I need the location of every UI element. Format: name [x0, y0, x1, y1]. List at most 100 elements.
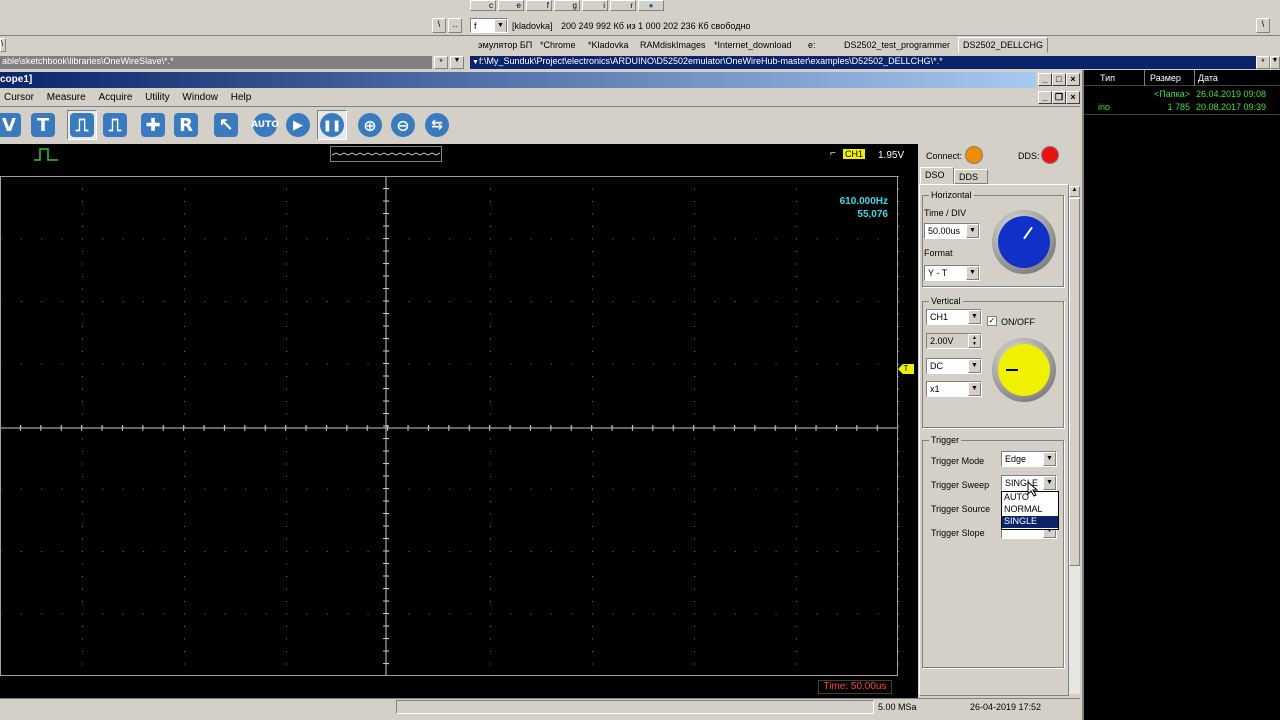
drive-button-r[interactable]: r [610, 0, 636, 11]
drive-combo[interactable]: f ▼ [470, 18, 508, 33]
menu-help[interactable]: Help [231, 92, 252, 103]
grid-dot [469, 301, 471, 302]
grid-dot [41, 551, 43, 552]
child-restore-button[interactable]: ❐ [1052, 91, 1066, 104]
grid-dot [82, 613, 83, 615]
grid-dot [796, 663, 797, 665]
grid-dot [796, 626, 797, 627]
tab-emulator[interactable]: эмулятор БП [474, 38, 536, 54]
auto-button[interactable]: AUTO [250, 110, 280, 140]
pulse-button[interactable]: ⎍ [67, 110, 97, 140]
tab-chrome[interactable]: *Chrome [536, 38, 580, 54]
left-path-star[interactable]: * [434, 56, 448, 69]
dropdown-option-single[interactable]: SINGLE [1002, 516, 1058, 528]
file-header-date[interactable]: Дата [1198, 73, 1218, 83]
r-button[interactable]: R [171, 110, 201, 140]
grid-dot [551, 488, 553, 490]
file-row[interactable]: ino 1 785 20.08.2017 09:39 [1084, 102, 1280, 113]
right-path-star[interactable]: * [1256, 56, 1270, 69]
tab-internet-download[interactable]: *Internet_download [710, 38, 796, 54]
left-backslash-button[interactable]: \ [432, 18, 446, 33]
grid-dot [20, 551, 22, 552]
right-backslash-button[interactable]: \ [1256, 18, 1270, 33]
right-path-bar[interactable]: ▼f:\My_Sunduk\Project\electronics\ARDUIN… [470, 56, 1256, 69]
grid-dot [122, 363, 124, 365]
tab-kladovka[interactable]: *Kladovka [584, 38, 633, 54]
grid-dot [694, 663, 695, 665]
tab-ds2502-test-programmer[interactable]: DS2502_test_programmer [840, 38, 954, 54]
tab-ramdiskimages[interactable]: RAMdiskImages [636, 38, 710, 54]
pause-button[interactable]: ❚❚ [317, 110, 347, 140]
maximize-button[interactable]: □ [1052, 73, 1066, 86]
grid-dot [796, 238, 797, 240]
menu-window[interactable]: Window [182, 92, 218, 103]
grid-dot [530, 301, 532, 302]
play-button[interactable]: ▶ [283, 110, 313, 140]
right-path-dropdown[interactable]: ▼ [1270, 56, 1280, 69]
swap-button[interactable]: ⇆ [422, 110, 452, 140]
file-header-type[interactable]: Тип [1100, 73, 1115, 83]
volts-stepper[interactable]: 2.00V ▲ ▼ [926, 333, 982, 349]
time-div-knob[interactable] [992, 210, 1056, 274]
menu-utility[interactable]: Utility [145, 92, 169, 103]
t-button[interactable]: T [28, 110, 58, 140]
grid-dot [82, 351, 83, 352]
file-row[interactable]: <Папка> 26.04.2019 09:08 [1084, 89, 1280, 100]
scroll-thumb[interactable] [1069, 198, 1080, 566]
left-path-bar[interactable]: able\sketchbook\libraries\OneWireSlave\*… [0, 56, 432, 69]
drive-button-f[interactable]: f [526, 0, 552, 11]
coupling-select[interactable]: DC ▼ [926, 358, 982, 374]
volts-div-knob[interactable] [992, 338, 1056, 402]
probe-select[interactable]: x1 ▼ [926, 381, 982, 397]
grid-dot [204, 301, 206, 302]
drive-button-g[interactable]: g [554, 0, 580, 11]
child-close-button[interactable]: × [1066, 91, 1080, 104]
close-button[interactable]: × [1066, 73, 1080, 86]
grid-dot [82, 213, 83, 215]
grid-dot [898, 613, 899, 615]
tab-dso[interactable]: DSO [920, 167, 954, 184]
menu-cursor[interactable]: Cursor [4, 92, 34, 103]
format-select[interactable]: Y - T ▼ [924, 265, 980, 281]
grid-dot [898, 301, 899, 302]
grid-dot [490, 513, 491, 515]
grid-dot [449, 363, 451, 365]
child-minimize-button[interactable]: _ [1038, 91, 1052, 104]
onoff-checkbox[interactable]: ✓ [987, 316, 997, 326]
network-drive-button[interactable]: ● [638, 0, 664, 11]
scroll-up-button[interactable]: ▲ [1069, 186, 1080, 197]
grid-dot [775, 488, 777, 490]
tab-dds[interactable]: DDS [954, 169, 988, 184]
time-div-select[interactable]: 50.00us ▼ [924, 223, 980, 239]
zoom-out-button[interactable]: ⊖ [388, 110, 418, 140]
stepper-arrows-icon[interactable]: ▲ ▼ [968, 334, 981, 348]
v-button[interactable]: V [0, 110, 24, 140]
trigger-mode-select[interactable]: Edge ▼ [1001, 451, 1057, 467]
channel-select[interactable]: CH1 ▼ [926, 309, 982, 325]
grid-dot [694, 513, 695, 515]
grid-dot [184, 563, 185, 565]
cursor-button[interactable]: ↖ [211, 110, 241, 140]
drive-button-i[interactable]: i [582, 0, 608, 11]
drive-button-e[interactable]: e [498, 0, 524, 11]
grid-dot [286, 338, 287, 340]
mouse-cursor-icon [1027, 481, 1039, 497]
minimize-button[interactable]: _ [1038, 73, 1052, 86]
menu-acquire[interactable]: Acquire [98, 92, 132, 103]
menu-measure[interactable]: Measure [47, 92, 86, 103]
grid-dot [796, 276, 797, 277]
file-header-size[interactable]: Размер [1150, 73, 1181, 83]
dropdown-option-normal[interactable]: NORMAL [1002, 504, 1058, 516]
grid-dot [102, 301, 104, 302]
drive-button-c[interactable]: c [470, 0, 496, 11]
pulse-multi-button[interactable]: ⎍ [100, 110, 130, 140]
menu-bar: Cursor Measure Acquire Utility Window He… [4, 92, 261, 103]
zoom-in-button[interactable]: ⊕ [355, 110, 385, 140]
left-path-dropdown[interactable]: ▼ [450, 56, 464, 69]
measure-button[interactable]: ✚ [138, 110, 168, 140]
tab-ds2502-dellchg[interactable]: DS2502_DELLCHG [958, 37, 1049, 53]
tab-e[interactable]: e: [804, 38, 820, 54]
left-dotdot-button[interactable]: .. [448, 18, 462, 33]
grid-dot [816, 551, 818, 552]
grid-dot [775, 613, 777, 615]
